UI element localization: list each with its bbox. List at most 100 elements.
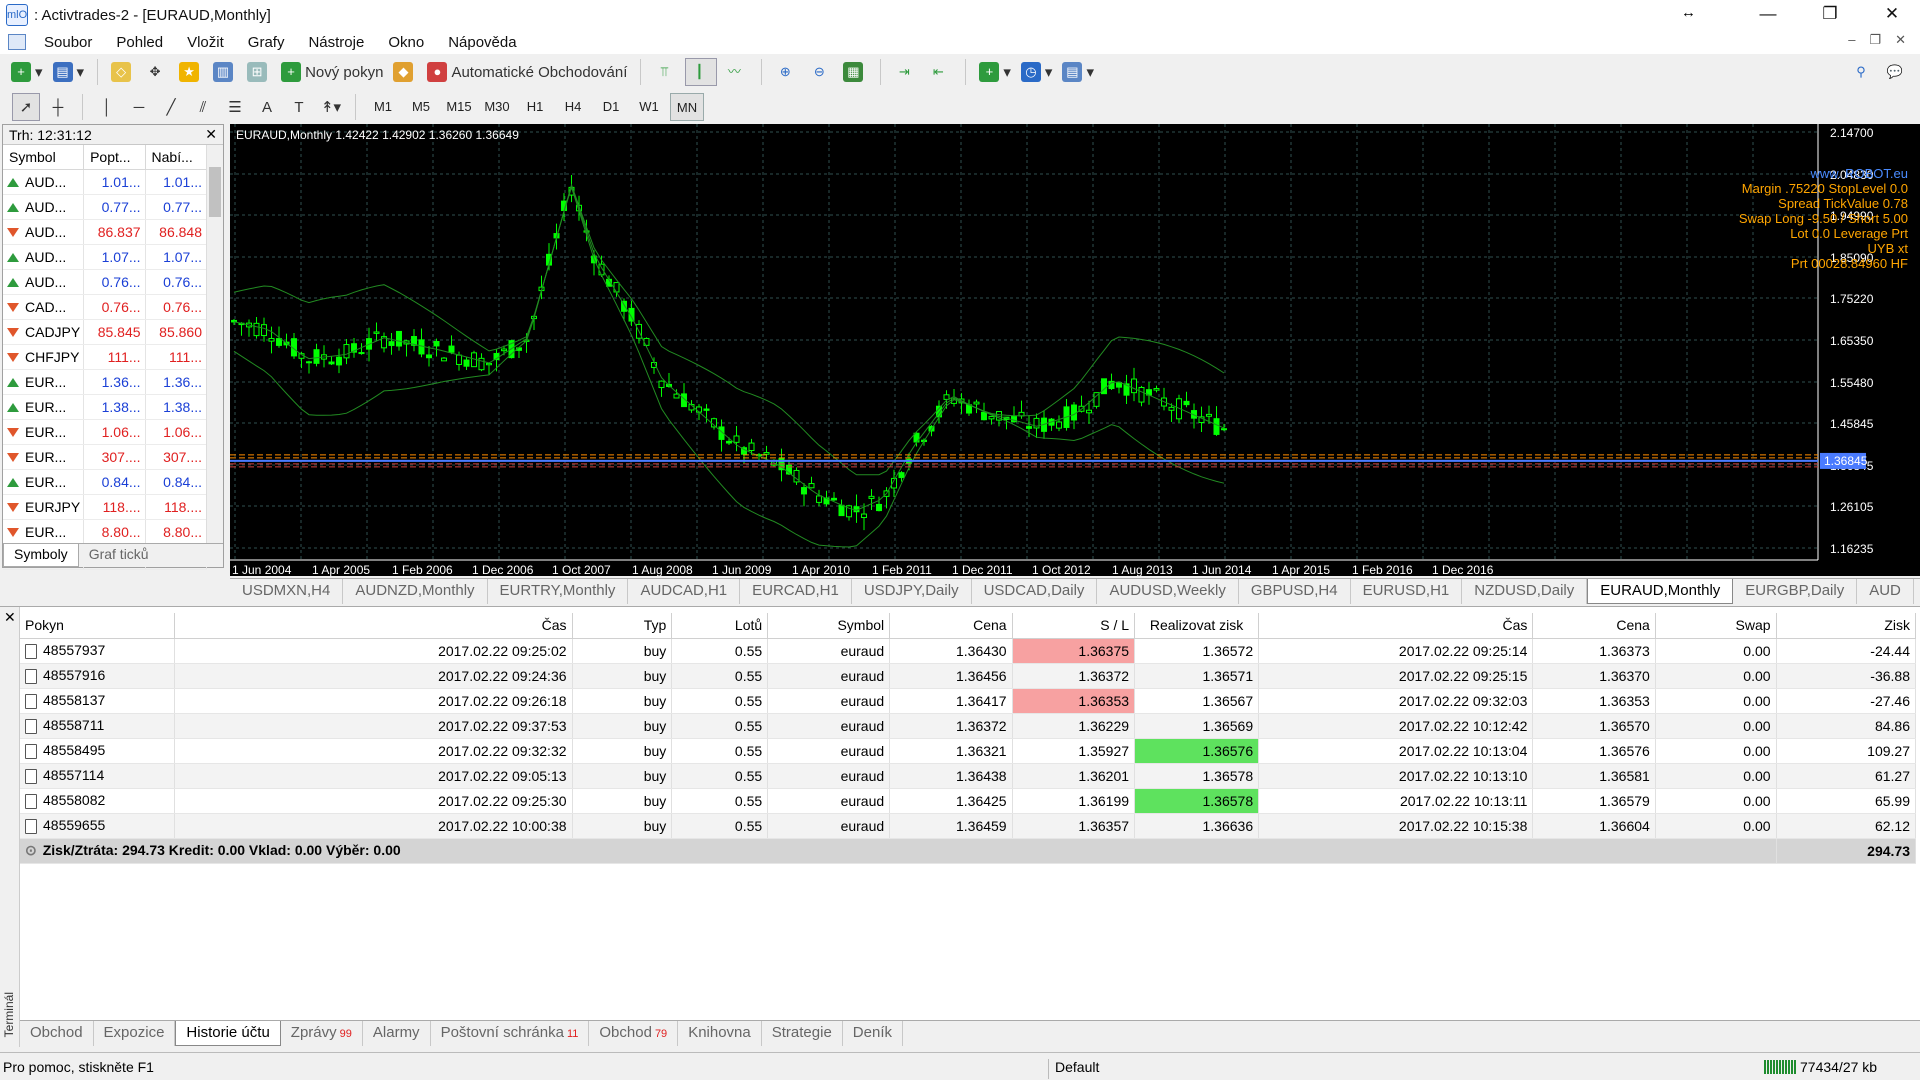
market-watch-row[interactable]: EUR... 8.80... 8.80... xyxy=(3,519,208,545)
tab-tick-chart[interactable]: Graf ticků xyxy=(79,544,159,567)
status-traffic[interactable]: 77434/27 kb xyxy=(1764,1059,1877,1075)
tab-symbols[interactable]: Symboly xyxy=(3,544,79,567)
menu-pohled[interactable]: Pohled xyxy=(104,34,175,51)
timeframe-h1[interactable]: H1 xyxy=(518,93,552,121)
column-header[interactable]: Zisk xyxy=(1776,613,1917,639)
terminal-tab[interactable]: Strategie xyxy=(762,1021,843,1046)
market-watch-row[interactable]: EUR... 1.38... 1.38... xyxy=(3,394,208,420)
timeframe-h4[interactable]: H4 xyxy=(556,93,590,121)
trend-line-icon[interactable]: ╱ xyxy=(157,93,185,121)
minimize-button[interactable]: — xyxy=(1740,0,1796,30)
market-watch-row[interactable]: AUD... 0.76... 0.76... xyxy=(3,269,208,295)
chat-icon[interactable]: 💬 xyxy=(1882,58,1912,86)
mdi-close-icon[interactable]: ✕ xyxy=(1895,32,1906,48)
timeframe-m5[interactable]: M5 xyxy=(404,93,438,121)
search-icon[interactable]: ⚲ xyxy=(1848,58,1878,86)
market-watch-row[interactable]: EUR... 1.36... 1.36... xyxy=(3,369,208,395)
chart-tab[interactable]: AUDUSD,Weekly xyxy=(1097,579,1239,604)
market-watch-row[interactable]: EURJPY 118.... 118.... xyxy=(3,494,208,520)
column-header[interactable]: Popt... xyxy=(83,145,146,170)
new-order-button[interactable]: + Nový pokyn xyxy=(278,58,386,86)
market-watch-row[interactable]: CADJPY 85.845 85.860 xyxy=(3,319,208,345)
text-label-icon[interactable]: T xyxy=(285,93,313,121)
chart-tab[interactable]: EURTRY,Monthly xyxy=(488,579,629,604)
chart-tab[interactable]: EURGBP,Daily xyxy=(1733,579,1858,604)
chart-tab[interactable]: USDJPY,Daily xyxy=(852,579,972,604)
bar-chart-icon[interactable]: ⫪ xyxy=(651,58,681,86)
market-watch-row[interactable]: AUD... 1.07... 1.07... xyxy=(3,244,208,270)
mdi-window-icon[interactable] xyxy=(8,34,26,50)
restore-arrows-icon[interactable]: ↔ xyxy=(1681,4,1696,21)
menu-okno[interactable]: Okno xyxy=(376,34,436,51)
terminal-tab[interactable]: Expozice xyxy=(94,1021,176,1046)
table-row[interactable]: 48557114 2017.02.22 09:05:13 buy 0.55 euraud… xyxy=(20,763,1917,789)
column-header[interactable]: Nabí... xyxy=(145,145,208,170)
navigator-icon[interactable]: ★ xyxy=(176,58,206,86)
metaeditor-icon[interactable]: ◆ xyxy=(390,58,420,86)
terminal-tab[interactable]: Deník xyxy=(843,1021,903,1046)
terminal-tab[interactable]: Alarmy xyxy=(363,1021,431,1046)
strategy-tester-icon[interactable]: ⊞ xyxy=(244,58,274,86)
market-watch-row[interactable]: AUD... 1.01... 1.01... xyxy=(3,169,208,195)
column-header[interactable]: Symbol xyxy=(3,145,85,170)
chart-tab[interactable]: USDMXN,H4 xyxy=(230,579,344,604)
table-row[interactable]: 48558082 2017.02.22 09:25:30 buy 0.55 euraud… xyxy=(20,788,1917,814)
table-row[interactable]: 48557916 2017.02.22 09:24:36 buy 0.55 euraud… xyxy=(20,663,1917,689)
column-header[interactable]: Symbol xyxy=(767,613,891,639)
horizontal-line-icon[interactable]: ─ xyxy=(125,93,153,121)
scrollbar-thumb[interactable] xyxy=(209,167,221,217)
chart-tab[interactable]: AUD xyxy=(1857,579,1914,604)
column-header[interactable]: Swap xyxy=(1655,613,1777,639)
timeframe-w1[interactable]: W1 xyxy=(632,93,666,121)
chart-tab[interactable]: EURAUD,Monthly xyxy=(1587,579,1734,604)
close-icon[interactable]: ✕ xyxy=(205,126,217,143)
templates-button[interactable]: ▤ ▾ xyxy=(1059,58,1097,86)
terminal-tab[interactable]: Zprávy 99 xyxy=(281,1021,363,1046)
menu-nastroje[interactable]: Nástroje xyxy=(296,34,376,51)
maximize-button[interactable]: ❐ xyxy=(1802,0,1858,30)
menu-soubor[interactable]: Soubor xyxy=(32,34,104,51)
market-watch-icon[interactable]: ◇ xyxy=(108,58,138,86)
text-icon[interactable]: A xyxy=(253,93,281,121)
table-row[interactable]: 48558137 2017.02.22 09:26:18 buy 0.55 euraud… xyxy=(20,688,1917,714)
close-button[interactable]: ✕ xyxy=(1864,0,1920,30)
price-chart[interactable]: 2.14700 2.04830 1.94990 1.85090 1.75220 1.653… xyxy=(230,124,1920,576)
arrows-icon[interactable]: ↟▾ xyxy=(317,93,345,121)
zoom-in-icon[interactable]: ⊕ xyxy=(772,58,802,86)
timeframe-m1[interactable]: M1 xyxy=(366,93,400,121)
terminal-icon[interactable]: ▥ xyxy=(210,58,240,86)
new-chart-button[interactable]: + ▾ xyxy=(8,58,46,86)
chart-tab[interactable]: NZDUSD,Daily xyxy=(1462,579,1588,604)
column-header[interactable]: Lotů xyxy=(671,613,769,639)
column-header[interactable]: Čas xyxy=(1258,613,1534,639)
fibonacci-icon[interactable]: ☰ xyxy=(221,93,249,121)
column-header[interactable]: Cena xyxy=(1532,613,1656,639)
market-watch-scrollbar[interactable] xyxy=(206,145,223,545)
table-row[interactable]: 48558495 2017.02.22 09:32:32 buy 0.55 euraud… xyxy=(20,738,1917,764)
menu-vlozit[interactable]: Vložit xyxy=(175,34,236,51)
market-watch-row[interactable]: CHFJPY 111... 111... xyxy=(3,344,208,370)
timeframe-mn[interactable]: MN xyxy=(670,93,704,121)
candlestick-icon[interactable]: ┃ xyxy=(685,58,718,86)
close-icon[interactable]: ✕ xyxy=(4,609,16,626)
terminal-tab[interactable]: Obchod 79 xyxy=(589,1021,679,1046)
chart-scroll-icon[interactable]: ⇥ xyxy=(891,58,921,86)
terminal-tab[interactable]: Historie účtu xyxy=(175,1021,281,1046)
table-row[interactable]: 48558711 2017.02.22 09:37:53 buy 0.55 euraud… xyxy=(20,713,1917,739)
zoom-out-icon[interactable]: ⊖ xyxy=(806,58,836,86)
crosshair-icon[interactable]: ┼ xyxy=(44,93,72,121)
chart-shift-icon[interactable]: ⇤ xyxy=(925,58,955,86)
column-header[interactable]: Cena xyxy=(889,613,1013,639)
periods-button[interactable]: ◷ ▾ xyxy=(1018,58,1056,86)
table-row[interactable]: 48557937 2017.02.22 09:25:02 buy 0.55 euraud… xyxy=(20,638,1917,664)
market-watch-row[interactable]: AUD... 86.837 86.848 xyxy=(3,219,208,245)
market-watch-row[interactable]: CAD... 0.76... 0.76... xyxy=(3,294,208,320)
cursor-icon[interactable]: ➚ xyxy=(12,93,40,121)
chart-tab[interactable]: GBPUSD,H4 xyxy=(1239,579,1351,604)
timeframe-m30[interactable]: M30 xyxy=(480,93,514,121)
column-header[interactable]: Realizovat zisk xyxy=(1134,613,1260,639)
indicators-button[interactable]: + ▾ xyxy=(976,58,1014,86)
market-watch-row[interactable]: EUR... 1.06... 1.06... xyxy=(3,419,208,445)
line-chart-icon[interactable]: 〰 xyxy=(721,58,751,86)
column-header[interactable]: Pokyn xyxy=(20,613,175,639)
